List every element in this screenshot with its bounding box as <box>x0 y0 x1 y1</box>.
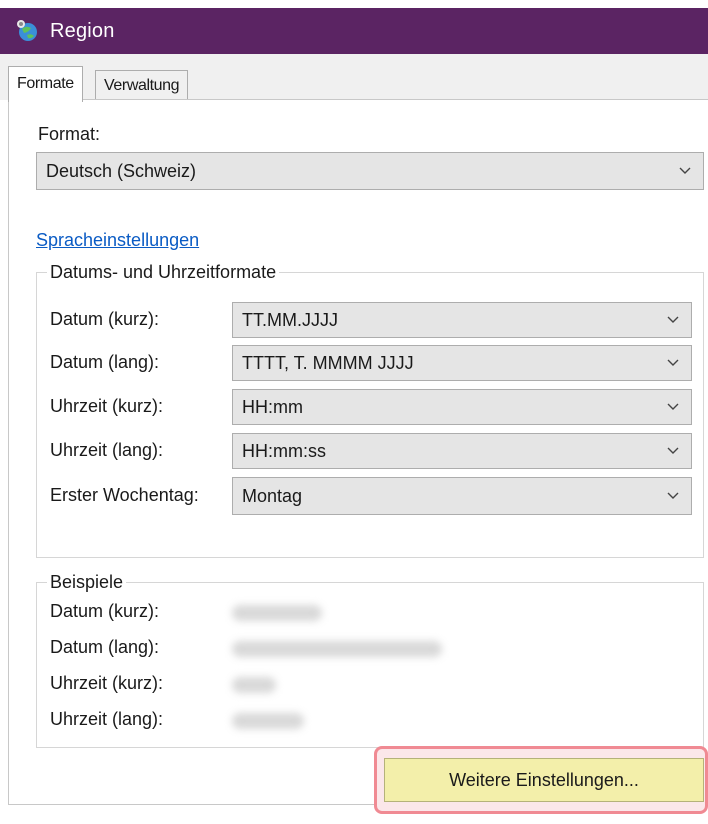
example-long-date-label: Datum (lang): <box>50 637 160 657</box>
long-time-dropdown[interactable]: HH:mm:ss <box>232 433 692 469</box>
chevron-down-icon <box>667 316 679 323</box>
format-value: Deutsch (Schweiz) <box>46 160 197 181</box>
tab-verwaltung[interactable]: Verwaltung <box>95 70 189 100</box>
example-short-date-label: Datum (kurz): <box>50 601 160 621</box>
format-label: Format: <box>38 124 101 144</box>
example-long-time-label: Uhrzeit (lang): <box>50 709 164 729</box>
short-time-label: Uhrzeit (kurz): <box>50 396 164 416</box>
chevron-down-icon <box>667 447 679 454</box>
long-time-value: HH:mm:ss <box>242 440 326 461</box>
example-short-date-value <box>232 605 322 621</box>
example-short-time-label: Uhrzeit (kurz): <box>50 673 164 693</box>
window-title: Region <box>50 19 115 42</box>
examples-group-title: Beispiele <box>47 572 127 593</box>
language-settings-link[interactable]: Spracheinstellungen <box>36 230 199 251</box>
tab-strip: Formate Verwaltung <box>0 54 708 102</box>
tab-formate[interactable]: Formate <box>8 66 83 102</box>
example-long-time-value <box>232 713 304 729</box>
long-date-value: TTTT, T. MMMM JJJJ <box>242 352 414 373</box>
more-settings-button[interactable]: Weitere Einstellungen... <box>384 758 704 802</box>
short-time-dropdown[interactable]: HH:mm <box>232 389 692 425</box>
first-weekday-label: Erster Wochentag: <box>50 485 199 505</box>
chevron-down-icon <box>667 359 679 366</box>
short-date-value: TT.MM.JJJJ <box>242 309 338 330</box>
long-date-label: Datum (lang): <box>50 352 160 372</box>
chevron-down-icon <box>667 403 679 410</box>
long-date-dropdown[interactable]: TTTT, T. MMMM JJJJ <box>232 345 692 381</box>
example-short-time-value <box>232 677 276 693</box>
globe-icon <box>10 14 44 48</box>
format-dropdown[interactable]: Deutsch (Schweiz) <box>36 152 704 190</box>
date-time-group-title: Datums- und Uhrzeitformate <box>47 262 280 283</box>
chevron-down-icon <box>667 492 679 499</box>
short-time-value: HH:mm <box>242 396 303 417</box>
short-date-dropdown[interactable]: TT.MM.JJJJ <box>232 302 692 338</box>
long-time-label: Uhrzeit (lang): <box>50 440 164 460</box>
first-weekday-value: Montag <box>242 485 303 506</box>
title-bar: Region <box>0 8 708 54</box>
first-weekday-dropdown[interactable]: Montag <box>232 477 692 515</box>
chevron-down-icon <box>679 167 691 174</box>
short-date-label: Datum (kurz): <box>50 309 160 329</box>
example-long-date-value <box>232 641 442 657</box>
